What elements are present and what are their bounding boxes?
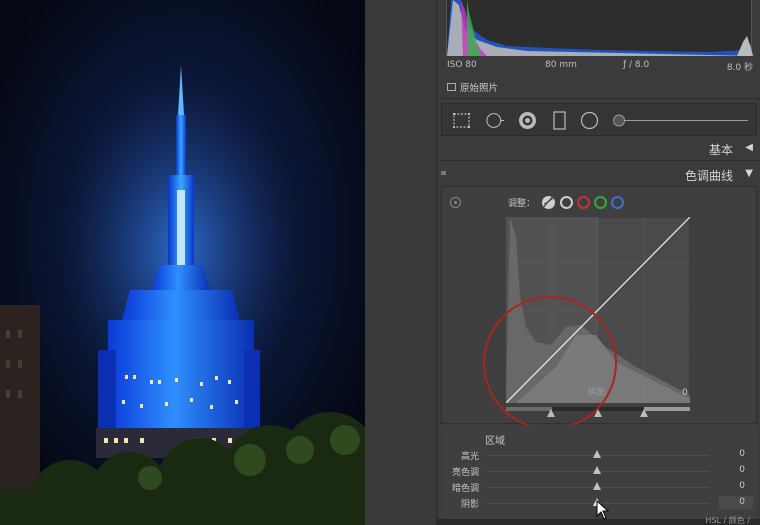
- red-eye-icon[interactable]: [518, 111, 537, 130]
- highlights-slider-row: 高光 0: [441, 448, 757, 462]
- lights-slider-thumb[interactable]: [593, 466, 601, 474]
- hsl-section-title: HSL / 颜色 /: [705, 516, 750, 525]
- red-channel-icon[interactable]: [577, 196, 591, 209]
- shadows-value-field[interactable]: [719, 496, 753, 509]
- tone-curve-section-header[interactable]: 色调曲线 ▼: [437, 163, 760, 185]
- shadows-label: 阴影: [460, 500, 479, 510]
- point-curve-icon[interactable]: [541, 195, 556, 210]
- divider: [437, 98, 760, 99]
- basic-section-header[interactable]: 基本 ◀: [437, 137, 760, 159]
- highlights-value[interactable]: 0: [739, 449, 745, 459]
- shadows-value[interactable]: 0: [739, 497, 745, 507]
- develop-right-panel: ISO 80 80 mm ƒ / 8.0 8.0 秒 原始照片 基本 ◀ 色调曲…: [436, 0, 760, 525]
- tone-curve-panel: 调整： 阴影 0: [441, 186, 757, 430]
- original-photo-label: 原始照片: [460, 83, 499, 94]
- focal-length: 80 mm: [545, 60, 577, 70]
- tone-curve-section-title: 色调曲线: [684, 169, 733, 183]
- divider: [437, 160, 760, 161]
- adjust-label: 调整：: [508, 199, 536, 209]
- histogram-graph: [447, 0, 753, 56]
- white-channel-icon[interactable]: [560, 196, 574, 209]
- lights-slider-row: 亮色调 0: [441, 464, 757, 478]
- collapse-left-icon: ◀: [745, 142, 753, 153]
- aperture: ƒ / 8.0: [623, 60, 650, 70]
- basic-section-title: 基本: [708, 143, 733, 157]
- green-channel-icon[interactable]: [594, 196, 608, 209]
- blue-channel-icon[interactable]: [611, 196, 625, 209]
- iso-value: ISO 80: [447, 60, 477, 70]
- panel-switch-icon[interactable]: [441, 171, 446, 175]
- adjustment-brush-icon[interactable]: [610, 111, 750, 130]
- curve-value: 0: [682, 388, 688, 398]
- expand-down-icon: ▼: [745, 168, 753, 179]
- spot-removal-icon[interactable]: [486, 111, 505, 130]
- region-title: 区域: [485, 436, 505, 447]
- crop-icon[interactable]: [452, 111, 471, 130]
- photo-preview: [0, 0, 365, 525]
- mouse-cursor-icon: [596, 500, 610, 520]
- darks-label: 暗色调: [451, 484, 479, 494]
- graduated-filter-icon[interactable]: [550, 111, 569, 130]
- lights-label: 亮色调: [451, 468, 479, 478]
- exif-info: ISO 80 80 mm ƒ / 8.0 8.0 秒: [447, 60, 753, 73]
- darks-slider-thumb[interactable]: [593, 482, 601, 490]
- highlight-annotation-circle: [483, 296, 617, 430]
- channel-selector: 调整：: [508, 195, 625, 210]
- targeted-adjustment-icon[interactable]: [450, 197, 461, 208]
- shutter-speed: 8.0 秒: [726, 63, 753, 73]
- lightroom-develop-window: ISO 80 80 mm ƒ / 8.0 8.0 秒 原始照片 基本 ◀ 色调曲…: [0, 0, 760, 525]
- highlights-slider-thumb[interactable]: [593, 450, 601, 458]
- highlights-label: 高光: [460, 452, 479, 462]
- lights-value[interactable]: 0: [739, 465, 745, 475]
- tool-strip: [441, 103, 757, 136]
- radial-filter-icon[interactable]: [580, 111, 599, 130]
- darks-value[interactable]: 0: [739, 481, 745, 491]
- histogram[interactable]: [446, 0, 753, 56]
- empire-state-building-photo: [0, 0, 365, 525]
- original-photo-toggle[interactable]: 原始照片: [447, 81, 499, 94]
- darks-slider-row: 暗色调 0: [441, 480, 757, 494]
- filmstrip-gap: [365, 0, 436, 525]
- original-photo-checkbox[interactable]: [447, 83, 456, 91]
